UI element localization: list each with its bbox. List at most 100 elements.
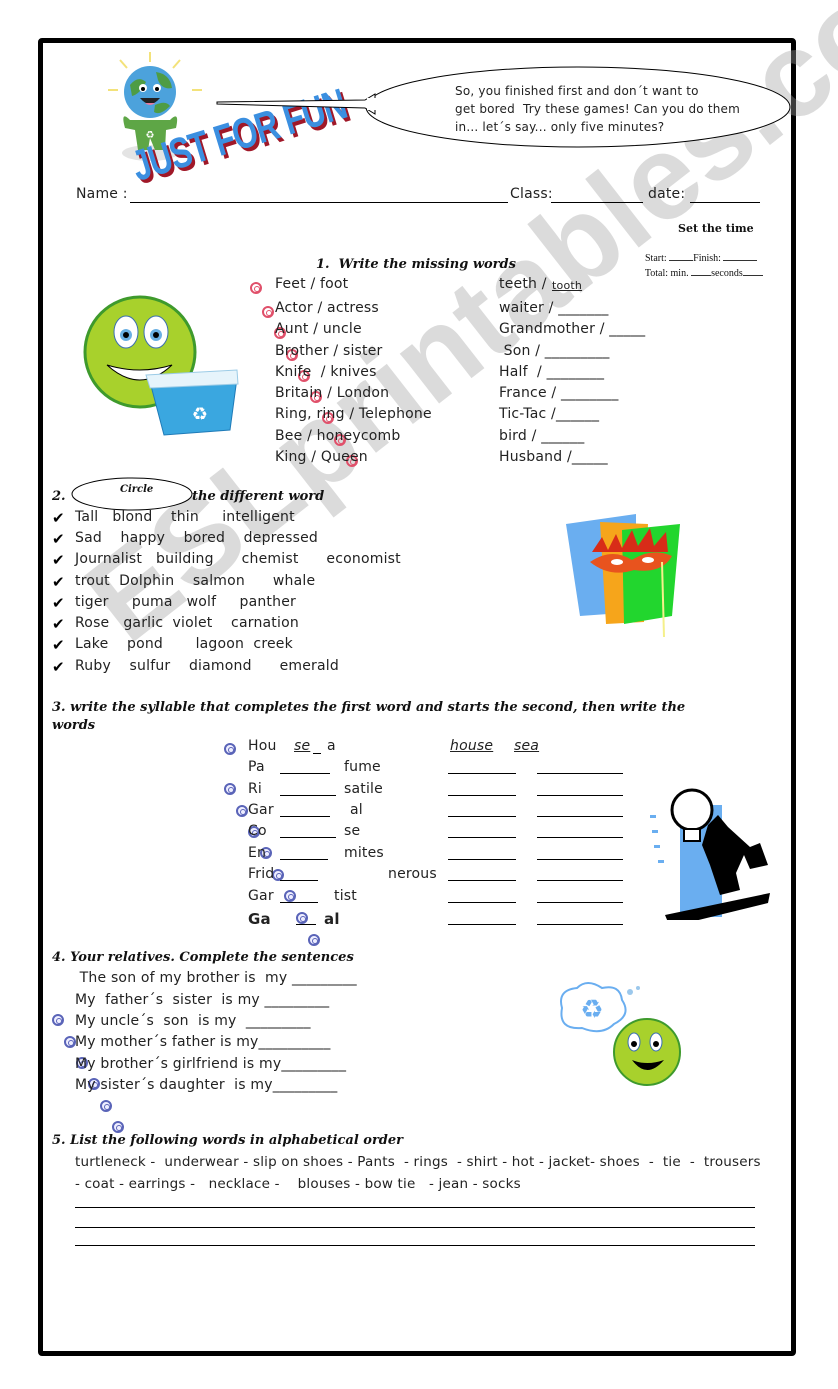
- word-pair-prompt[interactable]: Husband /_____: [499, 449, 608, 465]
- word-answer-blank-1[interactable]: [448, 837, 516, 838]
- word-answer-blank-1[interactable]: [448, 924, 516, 925]
- date-field[interactable]: [690, 202, 760, 203]
- relative-sentence[interactable]: My father´s sister is my _________: [75, 992, 329, 1008]
- word-pair-given: Britain / London: [275, 385, 390, 401]
- word-answer-blank-1[interactable]: [448, 859, 516, 860]
- word-pair-prompt[interactable]: Half / ________: [499, 364, 604, 380]
- relative-sentence[interactable]: The son of my brother is my _________: [75, 970, 357, 986]
- word-answer-blank-1[interactable]: [448, 902, 516, 903]
- section5-words-line1: turtleneck - underwear - slip on shoes -…: [75, 1154, 761, 1170]
- syllable-blank[interactable]: [280, 880, 318, 881]
- syllable-blank[interactable]: [280, 795, 336, 796]
- spiral-bullet-icon: [236, 805, 248, 817]
- word-answer-blank-2[interactable]: [537, 859, 623, 860]
- total-minutes-field[interactable]: [691, 266, 712, 276]
- syllable-second-part: mites: [344, 845, 384, 861]
- section1-title: 1. Write the missing words: [316, 257, 516, 272]
- syllable-blank[interactable]: [280, 859, 328, 860]
- example-blank: [313, 753, 321, 754]
- word-answer-blank-1[interactable]: [448, 795, 516, 796]
- speech-bubble-text-2: get bored Try these games! Can you do th…: [455, 102, 741, 116]
- section3-example-row: [224, 740, 236, 759]
- name-label: Name :: [76, 186, 128, 202]
- odd-one-out-row[interactable]: Tall blond thin intelligent: [75, 509, 295, 525]
- syllable-first-part: En: [248, 845, 267, 861]
- odd-one-out-row[interactable]: Lake pond lagoon creek: [75, 636, 293, 652]
- word-answer-blank-2[interactable]: [537, 902, 623, 903]
- spiral-bullet-icon: [308, 934, 320, 946]
- word-answer-blank-2[interactable]: [537, 880, 623, 881]
- syllable-second-part: tist: [334, 888, 357, 904]
- syllable-blank[interactable]: [280, 902, 318, 903]
- word-pair-given: Knife / knives: [275, 364, 377, 380]
- word-pair-prompt[interactable]: bird / ______: [499, 428, 584, 444]
- class-field[interactable]: [551, 202, 643, 203]
- section4-title: 4. Your relatives. Complete the sentence…: [52, 950, 354, 965]
- total-seconds-field[interactable]: [742, 266, 763, 276]
- circle-word: Circle: [120, 484, 154, 495]
- odd-one-out-row[interactable]: Sad happy bored depressed: [75, 530, 318, 546]
- odd-one-out-row[interactable]: tiger puma wolf panther: [75, 594, 296, 610]
- word-answer-blank-2[interactable]: [537, 816, 623, 817]
- spiral-bullet-icon: [112, 1121, 124, 1133]
- odd-one-out-row[interactable]: Rose garlic violet carnation: [75, 615, 299, 631]
- word-pair-prompt[interactable]: Son / _________: [499, 343, 610, 359]
- syllable-second-part: fume: [344, 759, 381, 775]
- answer-line-3[interactable]: [75, 1245, 755, 1246]
- class-label: Class:: [510, 186, 553, 202]
- syllable-second-part: nerous: [388, 866, 437, 882]
- relative-sentence[interactable]: My uncle´s son is my _________: [75, 1013, 311, 1029]
- syllable-blank[interactable]: [280, 773, 330, 774]
- syllable-first-part: Gar: [248, 802, 274, 818]
- section3-list: Pa fume Ri satile Gar al Co se En mites Frid nerous…: [0, 19, 838, 946]
- speech-bubble-text-3: in... let´s say... only five minutes?: [455, 120, 665, 134]
- syllable-blank[interactable]: [296, 924, 316, 925]
- odd-one-out-row[interactable]: trout Dolphin salmon whale: [75, 573, 315, 589]
- answer-line-1[interactable]: [75, 1207, 755, 1208]
- word-answer-blank-1[interactable]: [448, 816, 516, 817]
- syllable-second-part: al: [324, 910, 340, 928]
- example-answer-1: house: [450, 738, 494, 754]
- word-pair-prompt[interactable]: teeth /: [499, 276, 547, 292]
- example-second-part: a: [327, 738, 336, 754]
- name-field[interactable]: [130, 202, 508, 203]
- word-pair-prompt[interactable]: Grandmother / _____: [499, 321, 645, 337]
- word-answer-blank-2[interactable]: [537, 773, 623, 774]
- syllable-first-part: Ga: [248, 910, 271, 928]
- word-answer-blank-1[interactable]: [448, 880, 516, 881]
- syllable-first-part: Co: [248, 823, 267, 839]
- timer-title: Set the time: [678, 222, 754, 235]
- word-pair-given: Aunt / uncle: [275, 321, 362, 337]
- check-mark-icon: ✔: [52, 636, 65, 654]
- relative-sentence[interactable]: My sister´s daughter is my_________: [75, 1077, 338, 1093]
- section3-title-line1: 3. write the syllable that completes the…: [52, 700, 686, 715]
- check-mark-icon: ✔: [52, 658, 65, 676]
- smiley-recycle-thought-image: ♻: [560, 982, 681, 1086]
- word-answer-blank-2[interactable]: [537, 795, 623, 796]
- syllable-first-part: Pa: [248, 759, 265, 775]
- spiral-bullet-icon: [224, 783, 236, 795]
- smiley-recycle-bin-image: ♻: [83, 295, 239, 436]
- relative-sentence[interactable]: My brother´s girlfriend is my_________: [75, 1056, 346, 1072]
- word-pair-prompt[interactable]: waiter / _______: [499, 300, 609, 316]
- example-answer: tooth: [552, 279, 583, 292]
- syllable-first-part: Frid: [248, 866, 275, 882]
- example-syllable: se: [294, 738, 311, 754]
- word-pair-given: Feet / foot: [275, 276, 349, 292]
- section2-number: 2.: [52, 489, 66, 504]
- answer-line-2[interactable]: [75, 1227, 755, 1228]
- word-pair-prompt[interactable]: France / ________: [499, 385, 619, 401]
- check-mark-icon: ✔: [52, 509, 65, 527]
- odd-one-out-row[interactable]: Journalist building chemist economist: [75, 551, 401, 567]
- syllable-blank[interactable]: [280, 816, 330, 817]
- word-answer-blank-2[interactable]: [537, 924, 623, 925]
- syllable-blank[interactable]: [280, 837, 336, 838]
- odd-one-out-row[interactable]: Ruby sulfur diamond emerald: [75, 658, 339, 674]
- word-pair-given: Brother / sister: [275, 343, 383, 359]
- word-answer-blank-1[interactable]: [448, 773, 516, 774]
- carnival-mask-image: [566, 514, 680, 638]
- word-pair-prompt[interactable]: Tic-Tac /______: [499, 406, 599, 422]
- relative-sentence[interactable]: My mother´s father is my__________: [75, 1034, 331, 1050]
- word-answer-blank-2[interactable]: [537, 837, 623, 838]
- spiral-bullet-icon: [284, 890, 296, 902]
